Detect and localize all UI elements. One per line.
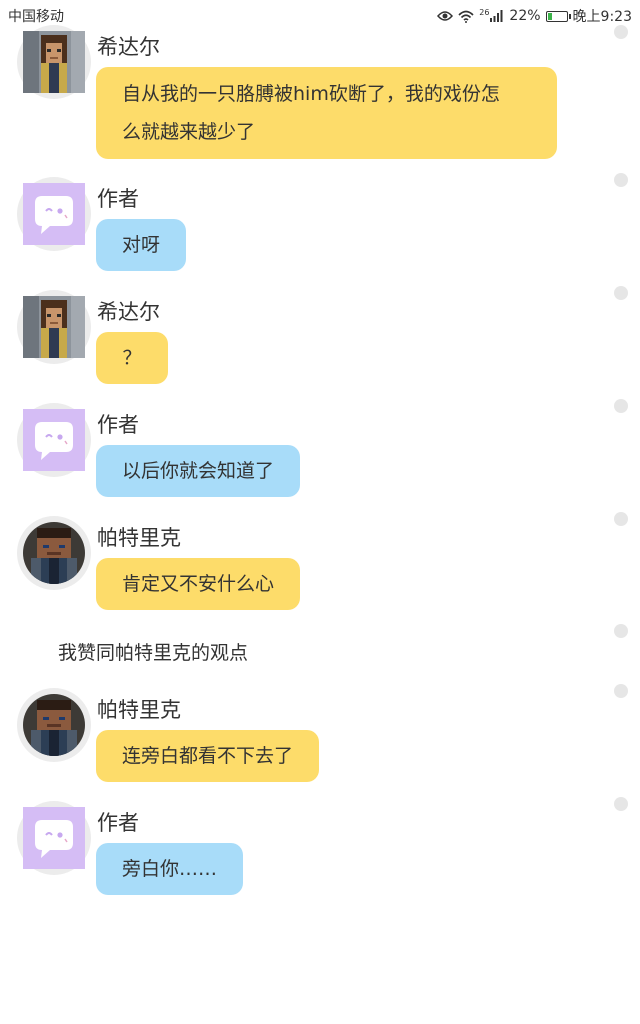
narration-text: 我赞同帕特里克的观点 [58, 642, 249, 664]
message-bubble[interactable]: 连旁白都看不下去了 [96, 730, 320, 782]
message-bubble[interactable]: 自从我的一只胳膊被him砍断了，我的戏份怎 么就越来越少了 [96, 67, 557, 159]
message-bubble[interactable]: 对呀 [96, 219, 187, 271]
network-type-label: 26 [479, 7, 490, 17]
avatar-author[interactable] [23, 183, 85, 245]
speaker-name: 希达尔 [97, 300, 160, 324]
battery-fill [547, 12, 552, 20]
avatar-author[interactable] [23, 807, 85, 869]
speaker-name: 希达尔 [97, 35, 160, 59]
avatar-hidaer[interactable] [23, 296, 85, 358]
carrier-label: 中国移动 [8, 9, 64, 25]
avatar-ring [17, 403, 91, 477]
scroll-markers [614, 0, 630, 1024]
message-text: 肯定又不安什么心 [122, 573, 275, 595]
scroll-marker [614, 399, 628, 413]
avatar-ring [17, 516, 91, 590]
message-bubble[interactable]: 肯定又不安什么心 [96, 558, 301, 610]
signal-icon [490, 10, 503, 22]
scroll-marker [614, 173, 628, 187]
minecraft-character-icon [23, 296, 85, 358]
speaker-name: 作者 [97, 811, 139, 835]
status-icons: 26 22% 晚上9:23 [437, 6, 632, 26]
avatar-ring [17, 25, 91, 99]
minecraft-character-icon [23, 694, 85, 756]
scroll-marker [614, 286, 628, 300]
battery-percent-label: 22% [509, 8, 541, 24]
message-text: 旁白你…… [122, 858, 218, 880]
minecraft-character-icon [23, 522, 85, 584]
message-bubble[interactable]: 以后你就会知道了 [96, 445, 301, 497]
speaker-name: 作者 [97, 413, 139, 437]
scroll-marker [614, 512, 628, 526]
avatar-ring [17, 177, 91, 251]
avatar-ring [17, 801, 91, 875]
avatar-patrick[interactable] [23, 522, 85, 584]
message-text: 自从我的一只胳膊被him砍断了，我的戏份怎 [122, 83, 500, 105]
avatar-ring [17, 290, 91, 364]
scroll-marker [614, 797, 628, 811]
scroll-marker [614, 684, 628, 698]
speaker-name: 帕特里克 [97, 698, 181, 722]
message-bubble[interactable]: ？ [96, 332, 168, 384]
speaker-name: 帕特里克 [97, 526, 181, 550]
scroll-marker [614, 25, 628, 39]
message-text: 连旁白都看不下去了 [122, 745, 294, 767]
speaker-name: 作者 [97, 187, 139, 211]
avatar-author[interactable] [23, 409, 85, 471]
message-text: 以后你就会知道了 [122, 460, 275, 482]
message-text: 对呀 [122, 234, 161, 256]
wifi-icon [458, 10, 474, 23]
avatar-patrick[interactable] [23, 694, 85, 756]
minecraft-character-icon [23, 31, 85, 93]
chat-bubble-face-icon [23, 807, 85, 869]
message-text: 么就越来越少了 [122, 121, 256, 143]
message-bubble[interactable]: 旁白你…… [96, 843, 244, 895]
battery-icon [545, 10, 571, 22]
eye-icon [437, 11, 454, 21]
avatar-hidaer[interactable] [23, 31, 85, 93]
chat-bubble-face-icon [23, 183, 85, 245]
scroll-marker [614, 624, 628, 638]
chat-bubble-face-icon [23, 409, 85, 471]
message-text: ？ [122, 347, 142, 369]
status-bar: 中国移动 26 22% 晚上9:23 [0, 0, 640, 30]
avatar-ring [17, 688, 91, 762]
